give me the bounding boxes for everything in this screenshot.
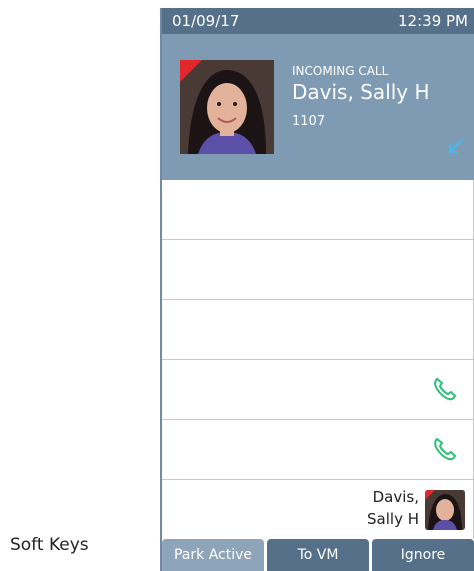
soft-keys-caption: Soft Keys	[10, 535, 89, 555]
phone-screen: 01/09/17 12:39 PM INCOMING CALL Davis, S…	[160, 8, 474, 571]
caller-photo	[180, 60, 274, 154]
line-key-3[interactable]	[162, 300, 474, 360]
busy-contact-avatar	[425, 490, 465, 530]
caller-name: Davis, Sally H	[292, 80, 430, 104]
ignore-button[interactable]: Ignore	[372, 539, 474, 571]
to-vm-button[interactable]: To VM	[267, 539, 369, 571]
soft-keys: Park Active To VM Ignore	[162, 539, 474, 571]
busy-lamp-field-entry[interactable]: Davis, Sally H	[162, 480, 474, 539]
line-key-1[interactable]	[162, 180, 474, 240]
line-key-4[interactable]	[162, 360, 474, 420]
contact-portrait-icon	[425, 490, 465, 530]
status-date: 01/09/17	[172, 12, 240, 30]
line-key-5[interactable]	[162, 420, 474, 480]
status-time: 12:39 PM	[398, 12, 468, 30]
park-active-button[interactable]: Park Active	[162, 539, 264, 571]
phone-handset-icon[interactable]	[431, 376, 457, 402]
phone-handset-icon[interactable]	[431, 436, 457, 462]
incoming-call-panel[interactable]: INCOMING CALL Davis, Sally H 1107	[162, 34, 474, 180]
status-bar: 01/09/17 12:39 PM	[162, 8, 474, 34]
caller-extension: 1107	[292, 114, 326, 129]
busy-contact-name: Davis, Sally H	[367, 488, 419, 528]
incoming-arrow-icon	[449, 139, 463, 153]
line-key-2[interactable]	[162, 240, 474, 300]
call-status-label: INCOMING CALL	[292, 64, 389, 78]
caller-portrait-icon	[180, 60, 274, 154]
